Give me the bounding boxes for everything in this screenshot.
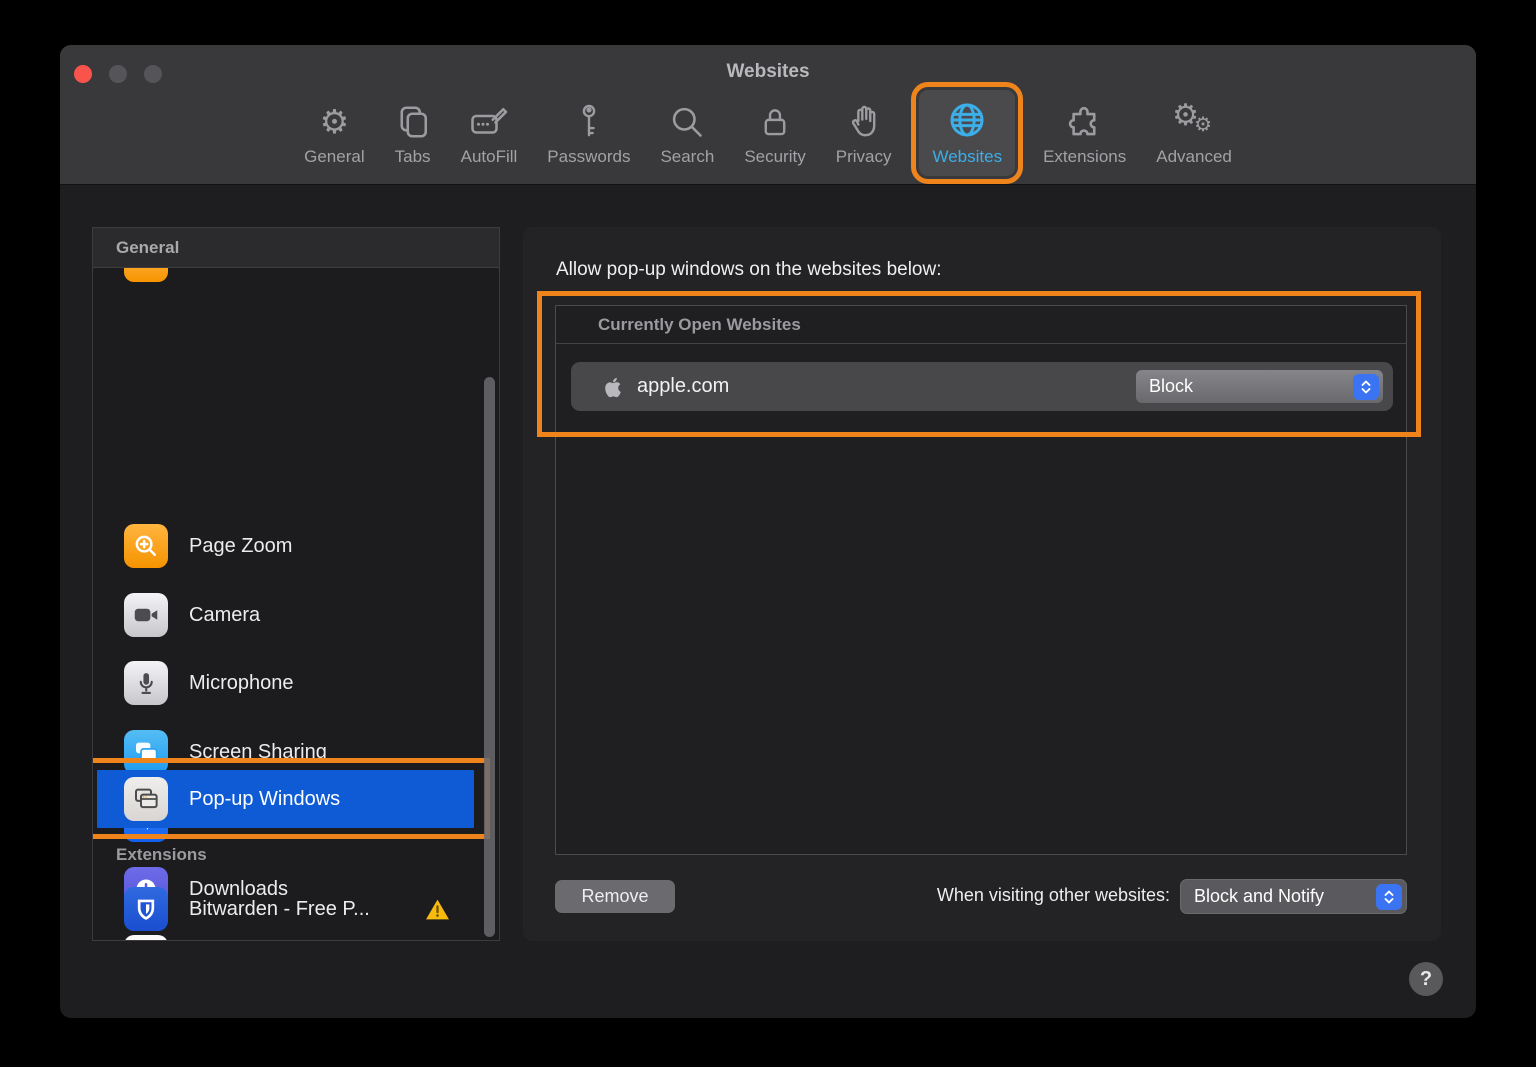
sidebar-item-label: Page Zoom [189, 535, 292, 558]
dropdown-stepper-icon [1353, 374, 1379, 400]
tab-search[interactable]: Search [658, 90, 716, 176]
other-websites-dropdown[interactable]: Block and Notify [1180, 879, 1407, 914]
websites-listbox: Currently Open Websites apple.com Block [555, 305, 1407, 855]
site-policy-value: Block [1149, 376, 1193, 397]
sidebar-item-pop-up-windows[interactable]: Pop-up Windows [97, 770, 474, 828]
tab-privacy[interactable]: Privacy [834, 90, 894, 176]
help-button[interactable]: ? [1409, 962, 1443, 996]
tab-label: Advanced [1156, 147, 1232, 167]
gears-icon: ⚙⚙ [1172, 100, 1216, 140]
puzzle-icon [1065, 100, 1105, 140]
sidebar-item-label: Bitwarden - Free P... [189, 898, 370, 921]
sidebar-section-extensions: Extensions [116, 845, 207, 865]
tab-label: Extensions [1043, 147, 1126, 167]
window-title: Websites [60, 61, 1476, 83]
tab-autofill[interactable]: AutoFill [459, 90, 520, 176]
sidebar-item-microphone[interactable]: Microphone [93, 654, 470, 712]
site-name: apple.com [637, 375, 729, 398]
sidebar-item-label: Screen Sharing [189, 741, 327, 764]
hand-icon [847, 100, 881, 140]
tab-label: Tabs [395, 147, 431, 167]
sidebar-item-bitwarden[interactable]: Bitwarden - Free P... [93, 880, 470, 938]
sidebar-item-label: Pop-up Windows [189, 788, 340, 811]
sidebar-scrollbar[interactable] [484, 377, 495, 937]
other-websites-value: Block and Notify [1194, 886, 1324, 907]
website-row-apple[interactable]: apple.com Block [571, 362, 1393, 411]
tab-passwords[interactable]: Passwords [545, 90, 632, 176]
sidebar-item-label: Microphone [189, 672, 294, 695]
tab-label: Search [660, 147, 714, 167]
preferences-toolbar: Websites ⚙ General Tabs [60, 45, 1476, 185]
tab-advanced[interactable]: ⚙⚙ Advanced [1154, 90, 1234, 176]
sidebar-section-general: General [93, 228, 499, 268]
sidebar-item-camera[interactable]: Camera [93, 586, 470, 644]
remove-button[interactable]: Remove [555, 880, 675, 913]
lock-icon [758, 100, 792, 140]
tab-label: AutoFill [461, 147, 518, 167]
camera-icon [124, 593, 168, 637]
pop-up-windows-settings-panel: Allow pop-up windows on the websites bel… [523, 227, 1441, 941]
gear-icon: ⚙ [320, 104, 350, 140]
warning-icon [425, 898, 450, 921]
tabs-icon [395, 100, 431, 140]
tab-general[interactable]: ⚙ General [302, 90, 366, 176]
toolbar-tabs: ⚙ General Tabs [60, 90, 1476, 176]
tab-label: Passwords [547, 147, 630, 167]
apple-logo-icon [601, 375, 623, 399]
key-icon [572, 100, 606, 140]
sidebar-item-label: Camera [189, 604, 260, 627]
search-icon [669, 100, 705, 140]
site-policy-dropdown[interactable]: Block [1136, 370, 1383, 403]
sidebar-item-page-zoom[interactable]: Page Zoom [93, 517, 470, 575]
screen-sharing-icon [124, 730, 168, 774]
tab-label: Websites [932, 147, 1002, 167]
other-websites-label: When visiting other websites: [937, 885, 1170, 906]
listbox-header: Currently Open Websites [556, 306, 1406, 344]
tab-label: General [304, 147, 364, 167]
panel-heading: Allow pop-up windows on the websites bel… [556, 259, 942, 281]
microphone-icon [124, 661, 168, 705]
autofill-icon [469, 100, 509, 140]
safari-preferences-window: Websites ⚙ General Tabs [60, 45, 1476, 1018]
dropdown-stepper-icon [1376, 884, 1402, 910]
bottom-controls: Remove When visiting other websites: Blo… [523, 872, 1441, 922]
tab-websites[interactable]: Websites [919, 90, 1015, 176]
tab-label: Privacy [836, 147, 892, 167]
page-zoom-icon [124, 524, 168, 568]
pop-up-windows-icon [124, 777, 168, 821]
tab-tabs[interactable]: Tabs [393, 90, 433, 176]
tab-extensions[interactable]: Extensions [1041, 90, 1128, 176]
settings-sidebar: Page Zoom Camera [92, 227, 500, 941]
tab-security[interactable]: Security [742, 90, 807, 176]
bitwarden-shield-icon [124, 887, 168, 931]
globe-icon [947, 100, 987, 140]
tab-label: Security [744, 147, 805, 167]
